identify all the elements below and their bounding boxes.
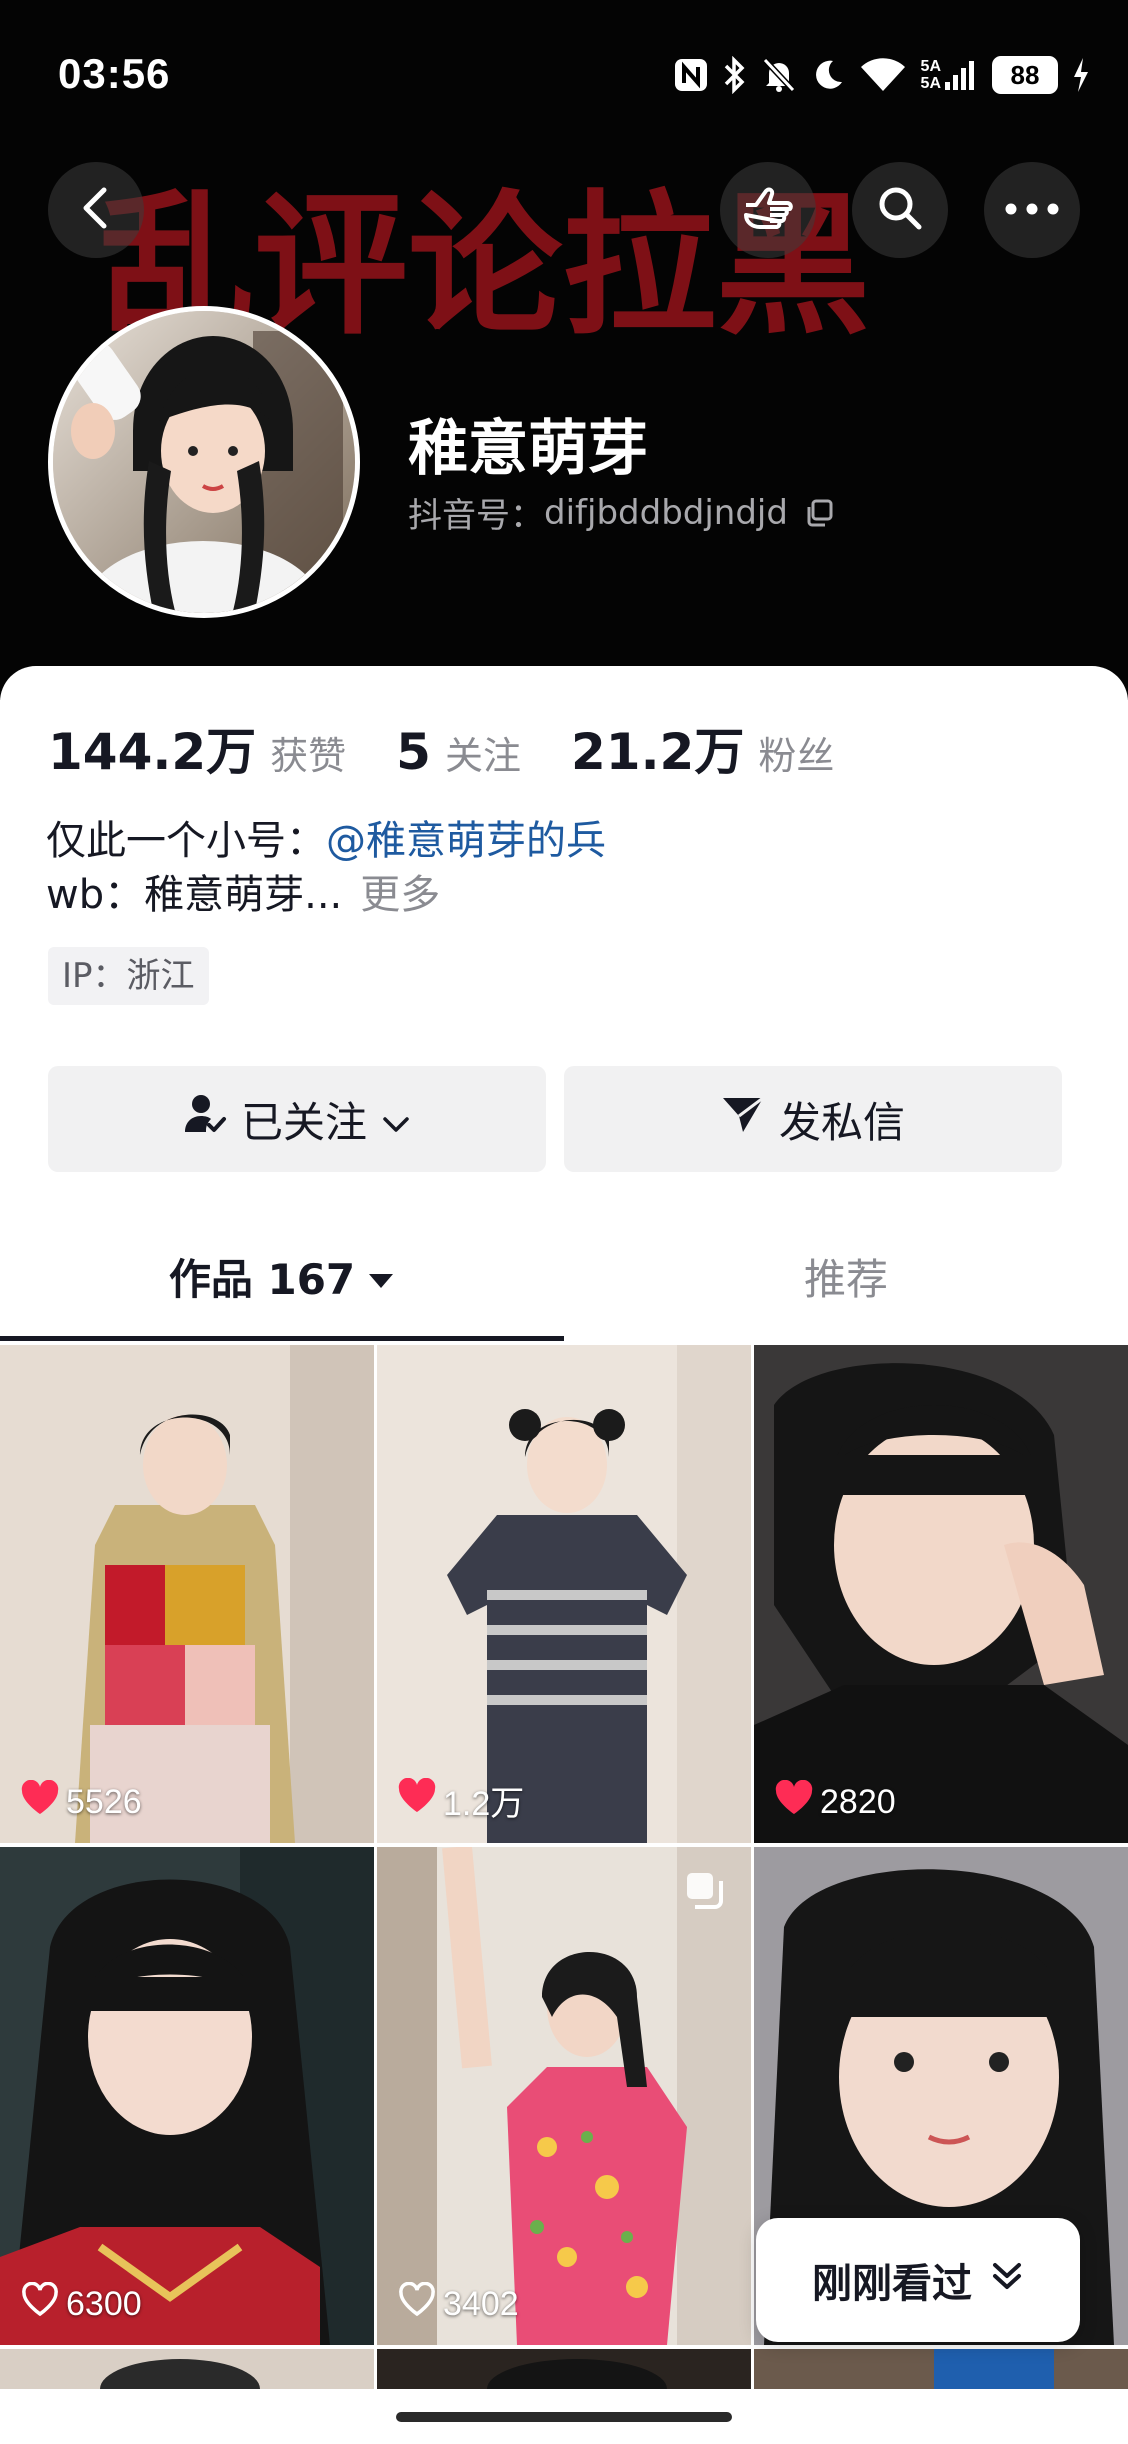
heart-outline-icon	[20, 2281, 60, 2327]
video-cover-image	[377, 1345, 751, 1843]
followed-label: 已关注	[240, 1097, 367, 1147]
bio-mention-link[interactable]: @稚意萌芽的兵	[326, 818, 606, 864]
stat-followers[interactable]: 21.2万 粉丝	[571, 712, 834, 784]
like-count: 2820	[774, 1779, 896, 1825]
stat-value: 21.2万	[570, 723, 745, 781]
stat-following[interactable]: 5 关注	[396, 723, 521, 781]
active-tab-indicator	[0, 1336, 564, 1341]
bio-line-2: wb：稚意萌芽... 更多	[46, 868, 606, 922]
recently-watched-button[interactable]: 刚刚看过	[756, 2218, 1080, 2342]
profile-cover: 乱评论拉黑 03:56 5A 5A 88 稚意萌芽 抖音号： difjbddbd…	[0, 0, 1128, 700]
like-count: 1.2万	[397, 1776, 524, 1825]
tab-works[interactable]: 作品 167	[0, 1206, 564, 1346]
video-thumbnail[interactable]: 1.2万	[377, 1345, 751, 1843]
stat-value: 144.2万	[48, 723, 257, 781]
content-tabs: 作品 167 推荐	[0, 1206, 1128, 1346]
video-thumbnail[interactable]: 6300	[0, 1847, 374, 2345]
like-count: 3402	[397, 2281, 519, 2327]
like-count: 5526	[20, 1779, 142, 1825]
search-icon	[875, 183, 925, 237]
pat-button[interactable]	[720, 162, 816, 258]
douyin-id: 抖音号： difjbddbdjndjd	[408, 488, 834, 537]
send-icon	[721, 1094, 765, 1144]
heart-icon	[774, 1779, 814, 1825]
stat-value: 5	[396, 723, 431, 781]
heart-icon	[20, 1779, 60, 1825]
video-cover-image	[754, 2349, 1128, 2389]
video-cover-image	[0, 2349, 374, 2389]
ip-location-tag: IP：浙江	[48, 947, 209, 1005]
charging-icon	[1072, 57, 1090, 93]
douyin-id-label: 抖音号：	[408, 496, 544, 536]
stat-likes[interactable]: 144.2万 获赞	[48, 712, 346, 784]
back-icon	[76, 184, 116, 236]
video-thumbnail[interactable]	[377, 2349, 751, 2389]
tab-recommend-label: 推荐	[803, 1254, 888, 1304]
search-button[interactable]	[852, 162, 948, 258]
battery-level: 88	[1010, 59, 1040, 90]
video-cover-image	[377, 2349, 751, 2389]
mute-icon	[761, 56, 797, 94]
video-thumbnail[interactable]: 5526	[0, 1345, 374, 1843]
battery-icon: 88	[992, 56, 1058, 94]
video-cover-image	[0, 1345, 374, 1843]
signal-icon: 5A 5A	[921, 58, 978, 92]
stat-label: 关注	[444, 734, 521, 778]
multi-image-icon	[685, 1871, 723, 1913]
like-count: 6300	[20, 2281, 142, 2327]
tab-works-label: 作品 167	[168, 1254, 356, 1304]
status-bar: 03:56 5A 5A 88	[0, 0, 1128, 150]
message-label: 发私信	[778, 1097, 905, 1147]
profile-stats: 144.2万 获赞 5 关注 21.2万 粉丝	[48, 712, 884, 784]
video-cover-image	[0, 1847, 374, 2345]
tab-recommend[interactable]: 推荐	[564, 1206, 1128, 1346]
heart-icon	[397, 1777, 437, 1823]
home-indicator[interactable]	[396, 2412, 732, 2422]
chevron-down-icon	[381, 1095, 411, 1144]
back-button[interactable]	[48, 162, 144, 258]
profile-bio: 仅此一个小号：@稚意萌芽的兵 wb：稚意萌芽... 更多	[46, 814, 606, 922]
avatar-image	[53, 311, 355, 613]
network-type-2: 5A	[920, 75, 941, 92]
status-icons: 5A 5A 88	[673, 52, 1090, 98]
bio-more-link[interactable]: 更多	[360, 872, 440, 918]
followed-button[interactable]: 已关注	[48, 1066, 546, 1172]
avatar[interactable]	[48, 306, 360, 618]
user-check-icon	[183, 1092, 227, 1146]
recently-watched-label: 刚刚看过	[812, 2261, 972, 2307]
stat-label: 粉丝	[758, 734, 835, 778]
moon-icon	[811, 58, 845, 92]
video-cover-image	[377, 1847, 751, 2345]
bluetooth-icon	[723, 56, 747, 94]
network-type-1: 5A	[920, 58, 941, 75]
bio-prefix: 仅此一个小号：	[46, 818, 326, 864]
video-thumbnail[interactable]: 3402	[377, 1847, 751, 2345]
status-time: 03:56	[58, 50, 171, 97]
more-icon	[1004, 201, 1060, 220]
stat-label: 获赞	[270, 734, 347, 778]
caret-down-icon	[367, 1252, 395, 1301]
like-count-value: 6300	[66, 2285, 142, 2323]
more-button[interactable]	[984, 162, 1080, 258]
like-count-value: 1.2万	[443, 1785, 525, 1823]
message-button[interactable]: 发私信	[564, 1066, 1062, 1172]
douyin-id-value: difjbddbdjndjd	[544, 492, 788, 533]
video-thumbnail[interactable]: 2820	[754, 1345, 1128, 1843]
profile-name: 稚意萌芽	[408, 414, 648, 484]
copy-icon[interactable]	[804, 498, 834, 528]
like-count-value: 3402	[443, 2285, 519, 2323]
wifi-icon	[859, 57, 907, 93]
video-cover-image	[754, 1345, 1128, 1843]
bio-line-1: 仅此一个小号：@稚意萌芽的兵	[46, 814, 606, 868]
double-chevron-down-icon	[990, 2257, 1024, 2303]
like-count-value: 2820	[820, 1783, 896, 1821]
nfc-icon	[673, 57, 709, 93]
video-thumbnail[interactable]	[754, 2349, 1128, 2389]
bio-text: wb：稚意萌芽...	[46, 872, 343, 918]
heart-outline-icon	[397, 2281, 437, 2327]
hand-point-icon	[740, 183, 796, 237]
video-thumbnail[interactable]	[0, 2349, 374, 2389]
like-count-value: 5526	[66, 1783, 142, 1821]
